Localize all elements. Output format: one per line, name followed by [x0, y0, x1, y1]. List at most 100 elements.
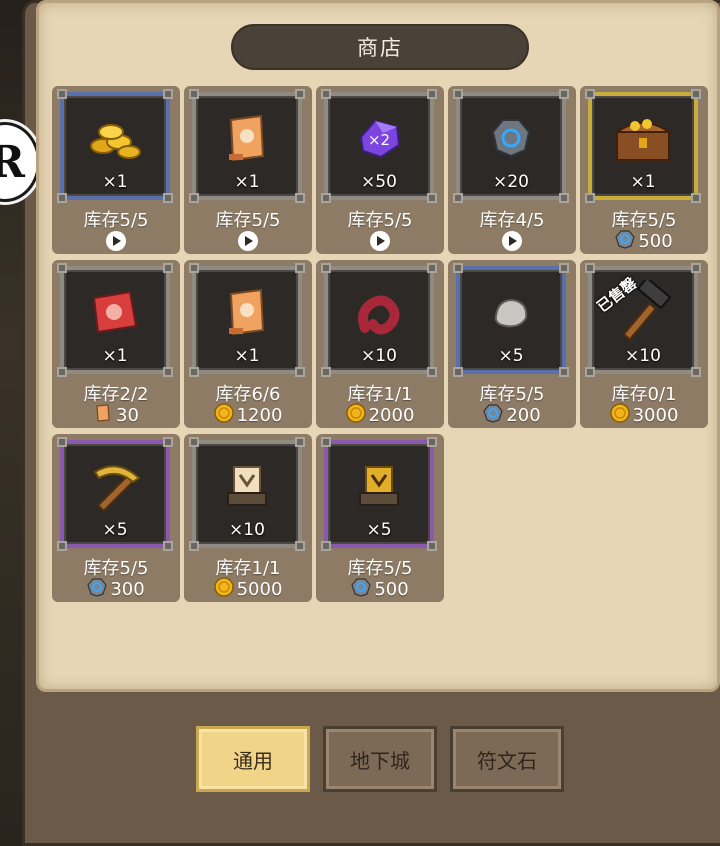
- slot-corner: [321, 89, 331, 99]
- item-quantity: ×10: [625, 346, 661, 366]
- slot-corner: [559, 367, 569, 377]
- scroll-currency-icon: [93, 403, 113, 428]
- slot-corner: [427, 367, 437, 377]
- red-scroll-icon: [86, 286, 144, 342]
- slot-corner: [453, 193, 463, 203]
- item-slot: ×5: [321, 437, 437, 551]
- item-quantity: ×5: [366, 520, 392, 540]
- item-price: [184, 230, 312, 252]
- slot-corner: [321, 367, 331, 377]
- shop-item-card[interactable]: ×20 库存4/5: [448, 86, 576, 254]
- price-value: 1200: [236, 404, 283, 426]
- slot-corner: [57, 263, 67, 273]
- tab-general[interactable]: 通用: [196, 726, 310, 792]
- price-value: 500: [638, 230, 673, 252]
- shop-item-card[interactable]: ×5 库存5/5 200: [448, 260, 576, 428]
- shop-item-card[interactable]: ×1 库存5/5: [52, 86, 180, 254]
- item-quantity: ×1: [630, 172, 656, 192]
- shop-item-card[interactable]: ×5 库存5/5 300: [52, 434, 180, 602]
- rune-stone-icon: [489, 116, 533, 164]
- slot-corner: [321, 193, 331, 203]
- slot-corner: [559, 263, 569, 273]
- slot-corner: [163, 263, 173, 273]
- slot-corner: [189, 89, 199, 99]
- item-price: 500: [580, 229, 708, 254]
- play-ad-icon[interactable]: [370, 231, 390, 251]
- item-price: [448, 230, 576, 252]
- tab-label: 地下城: [350, 748, 410, 773]
- rune-currency-icon: [615, 229, 635, 254]
- item-slot: ×1: [57, 89, 173, 203]
- item-stock: 库存1/1: [347, 384, 413, 405]
- item-quantity: ×5: [102, 520, 128, 540]
- tab-dungeon[interactable]: 地下城: [323, 726, 437, 792]
- slot-corner: [189, 263, 199, 273]
- item-stock: 库存5/5: [83, 558, 149, 579]
- slot-corner: [691, 89, 701, 99]
- item-price: 300: [52, 577, 180, 602]
- stone-icon: [490, 294, 532, 334]
- price-value: 500: [374, 578, 409, 600]
- slot-corner: [57, 193, 67, 203]
- item-quantity: ×1: [102, 172, 128, 192]
- slot-corner: [453, 89, 463, 99]
- item-slot: ×2 ×50: [321, 89, 437, 203]
- rune-currency-icon: [87, 577, 107, 602]
- item-price: 200: [448, 403, 576, 426]
- slot-corner: [295, 367, 305, 377]
- slot-corner: [427, 437, 437, 447]
- shop-item-card[interactable]: ×5 库存5/5 500: [316, 434, 444, 602]
- price-value: 30: [116, 404, 139, 426]
- item-price: 2000: [316, 402, 444, 428]
- item-quantity: ×10: [361, 346, 397, 366]
- item-slot: ×10: [189, 437, 305, 551]
- shop-item-card[interactable]: ×2 ×50 库存5/5: [316, 86, 444, 254]
- item-quantity: ×5: [498, 346, 524, 366]
- shop-item-card[interactable]: ×1 库存5/5 500: [580, 86, 708, 254]
- slot-corner: [189, 193, 199, 203]
- shop-item-card[interactable]: 已售罄 ×10 库存0/1 3000: [580, 260, 708, 428]
- slot-corner: [295, 541, 305, 551]
- play-ad-icon[interactable]: [238, 231, 258, 251]
- slot-corner: [691, 263, 701, 273]
- icon-label: ×2: [367, 131, 391, 149]
- slot-corner: [57, 367, 67, 377]
- play-ad-icon[interactable]: [502, 231, 522, 251]
- slot-corner: [691, 193, 701, 203]
- shop-item-card[interactable]: ×1 库存6/6 1200: [184, 260, 312, 428]
- slot-corner: [163, 193, 173, 203]
- scroll-icon: [223, 286, 271, 342]
- slot-corner: [295, 437, 305, 447]
- item-quantity: ×50: [361, 172, 397, 192]
- shop-item-card[interactable]: ×1 库存2/2 30: [52, 260, 180, 428]
- item-stock: 库存5/5: [215, 210, 281, 231]
- item-slot: ×5: [57, 437, 173, 551]
- slot-corner: [295, 193, 305, 203]
- item-stock: 库存5/5: [611, 210, 677, 231]
- item-quantity: ×10: [229, 520, 265, 540]
- gold-currency-icon: [609, 402, 630, 428]
- price-value: 300: [110, 578, 145, 600]
- price-value: 3000: [632, 404, 679, 426]
- slot-corner: [57, 437, 67, 447]
- slot-corner: [585, 193, 595, 203]
- slot-corner: [321, 541, 331, 551]
- price-value: 2000: [368, 404, 415, 426]
- item-slot: ×1: [585, 89, 701, 203]
- shop-item-card[interactable]: ×10 库存1/1 2000: [316, 260, 444, 428]
- shop-item-card[interactable]: ×10 库存1/1 5000: [184, 434, 312, 602]
- item-stock: 库存5/5: [83, 210, 149, 231]
- play-ad-icon[interactable]: [106, 231, 126, 251]
- tab-runestone[interactable]: 符文石: [450, 726, 564, 792]
- slot-corner: [57, 541, 67, 551]
- gold-currency-icon: [213, 576, 234, 602]
- item-stock: 库存5/5: [347, 210, 413, 231]
- tab-label: 通用: [233, 748, 273, 773]
- slot-corner: [559, 89, 569, 99]
- treasure-chest-icon: [611, 112, 675, 168]
- shop-item-card[interactable]: ×1 库存5/5: [184, 86, 312, 254]
- item-quantity: ×1: [234, 172, 260, 192]
- item-slot: ×1: [189, 263, 305, 377]
- gold-currency-icon: [345, 402, 366, 428]
- item-slot: ×10: [321, 263, 437, 377]
